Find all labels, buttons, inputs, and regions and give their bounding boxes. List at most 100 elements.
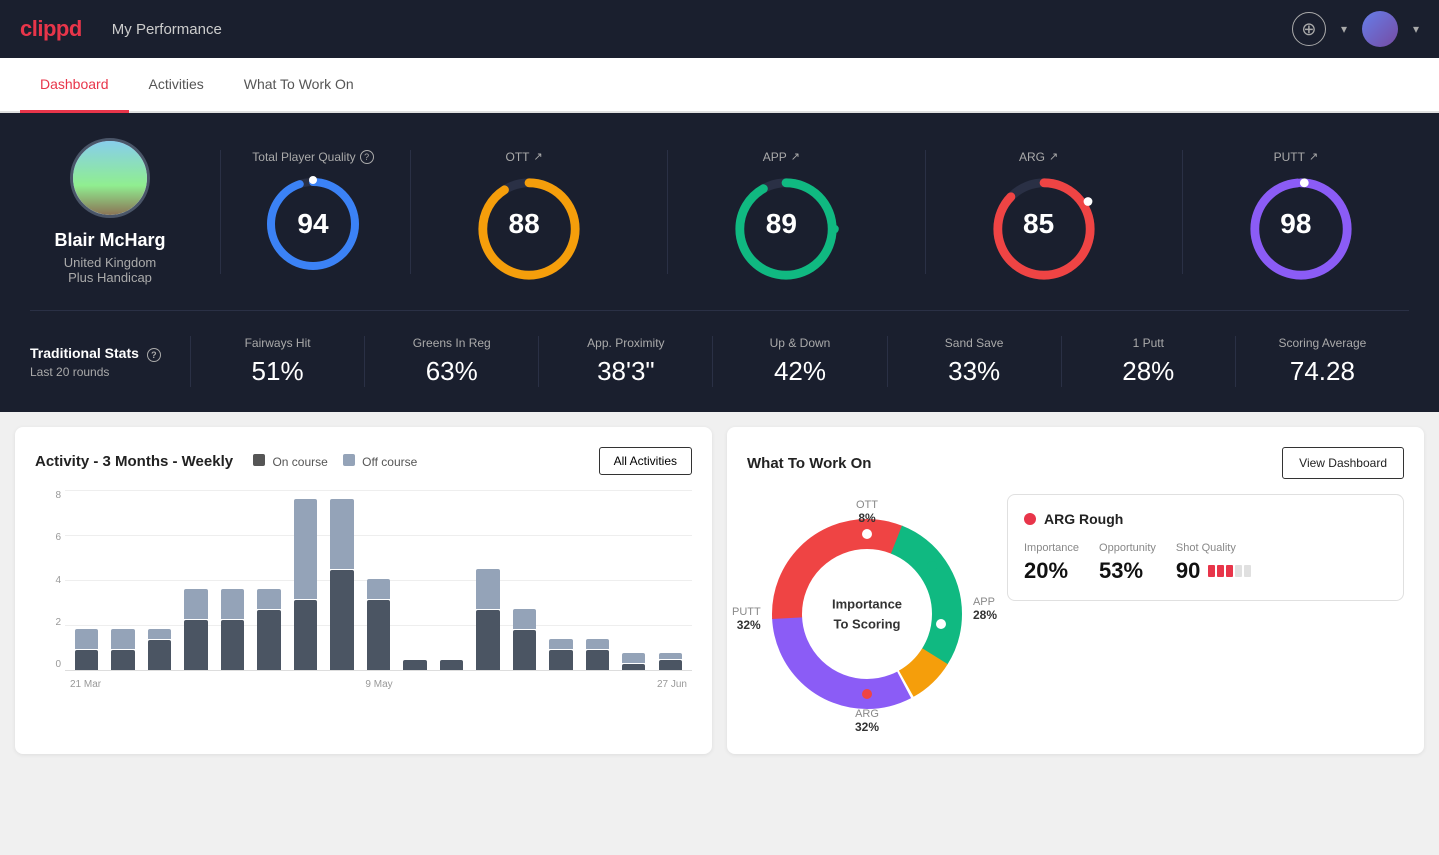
bar-group-2 [143,490,176,670]
off-course-bar [148,629,171,639]
stat-scoring: Scoring Average 74.28 [1235,336,1409,387]
bar-group-9 [398,490,431,670]
off-course-bar [367,579,390,599]
header: clippd My Performance ⊕ ▾ ▾ [0,0,1439,58]
x-axis-labels: 21 Mar 9 May 27 Jun [65,679,692,690]
chart-body: 8 6 4 2 0 21 Mar 9 May 27 Jun [35,490,692,690]
app-label-outer: APP 28% [973,596,997,622]
detail-opportunity: Opportunity 53% [1099,542,1156,584]
qbar-3 [1226,565,1233,577]
on-course-bar [440,660,463,670]
off-course-bar [513,609,536,629]
ott-trend: ↗ [534,150,543,163]
detail-metrics: Importance 20% Opportunity 53% Shot Qual… [1024,542,1387,584]
qbar-5 [1244,565,1251,577]
on-course-bar [659,660,682,670]
legend-off-course: Off course [343,454,417,469]
on-course-bar [586,650,609,670]
bar-group-13 [544,490,577,670]
bar-group-14 [581,490,614,670]
hero-section: Blair McHarg United Kingdom Plus Handica… [0,113,1439,412]
bar-group-16 [654,490,687,670]
stat-1putt: 1 Putt 28% [1061,336,1235,387]
on-course-bar [221,620,244,670]
x-label-mar: 21 Mar [70,679,101,690]
donut-chart-wrapper: Importance To Scoring OTT 8% APP 28% ARG… [747,494,987,734]
on-course-bar [367,600,390,670]
ott-gauge: 88 [474,174,574,274]
on-course-bar [148,640,171,670]
header-left: clippd My Performance [20,16,222,42]
detail-quality: Shot Quality 90 [1176,542,1251,584]
off-course-bar [294,499,317,599]
detail-importance: Importance 20% [1024,542,1079,584]
off-course-bar [221,589,244,619]
stat-greens: Greens In Reg 63% [364,336,538,387]
app-label: APP [763,150,787,164]
on-course-bar [330,570,353,670]
stats-help[interactable]: ? [147,348,161,362]
bars-area [65,490,692,670]
wtwo-content: Importance To Scoring OTT 8% APP 28% ARG… [747,494,1404,734]
arg-label: ARG [1019,150,1045,164]
player-avatar [70,138,150,218]
add-chevron: ▾ [1341,22,1347,36]
tab-dashboard[interactable]: Dashboard [20,58,129,113]
total-quality-label: Total Player Quality ? [252,150,373,164]
bar-group-5 [252,490,285,670]
putt-gauge: 98 [1246,174,1346,274]
avatar[interactable] [1362,11,1398,47]
metric-arg: ARG ↗ 85 [925,150,1152,274]
app-value: 89 [766,208,797,240]
total-quality-help[interactable]: ? [360,150,374,164]
total-quality-value: 94 [297,208,328,240]
grid-line-0 [65,670,692,671]
total-quality-block: Total Player Quality ? 94 [220,150,380,274]
qbar-1 [1208,565,1215,577]
all-activities-button[interactable]: All Activities [599,447,692,475]
x-label-jun: 27 Jun [657,679,687,690]
add-button[interactable]: ⊕ [1292,12,1326,46]
wtwo-title: What To Work On [747,455,871,472]
stat-proximity: App. Proximity 38'3" [538,336,712,387]
tab-activities[interactable]: Activities [129,58,224,113]
off-course-bar [476,569,499,609]
stat-fairways: Fairways Hit 51% [190,336,364,387]
bar-group-4 [216,490,249,670]
arg-label-outer: ARG 32% [855,708,879,734]
stat-updown: Up & Down 42% [712,336,886,387]
view-dashboard-button[interactable]: View Dashboard [1282,447,1404,479]
on-course-bar [513,630,536,670]
donut-center: Importance To Scoring [832,595,902,634]
total-quality-gauge: 94 [263,174,363,274]
off-course-bar [622,653,645,663]
on-course-bar [75,650,98,670]
wtwo-panel: What To Work On View Dashboard [727,427,1424,754]
off-course-bar [75,629,98,649]
on-course-bar [184,620,207,670]
tab-what-to-work-on[interactable]: What To Work On [224,58,374,113]
stats-sub: Last 20 rounds [30,365,190,379]
bar-group-8 [362,490,395,670]
off-course-bar [549,639,572,649]
putt-label: PUTT [1274,150,1305,164]
avatar-chevron: ▾ [1413,22,1419,36]
bar-group-7 [325,490,358,670]
bar-group-3 [179,490,212,670]
app-gauge: 89 [731,174,831,274]
wtwo-panel-header: What To Work On View Dashboard [747,447,1404,479]
on-course-bar [294,600,317,670]
qbar-2 [1217,565,1224,577]
ott-label: OTT [506,150,530,164]
off-course-bar [111,629,134,649]
ott-label-outer: OTT 8% [856,499,878,525]
nav-tabs: Dashboard Activities What To Work On [0,58,1439,113]
traditional-stats: Traditional Stats ? Last 20 rounds Fairw… [30,336,1409,387]
bar-group-0 [70,490,103,670]
off-course-bar [330,499,353,569]
stat-sand: Sand Save 33% [887,336,1061,387]
detail-card-title: ARG Rough [1024,511,1387,527]
on-course-swatch [253,454,265,466]
off-course-bar [184,589,207,619]
player-handicap: Plus Handicap [68,270,152,285]
